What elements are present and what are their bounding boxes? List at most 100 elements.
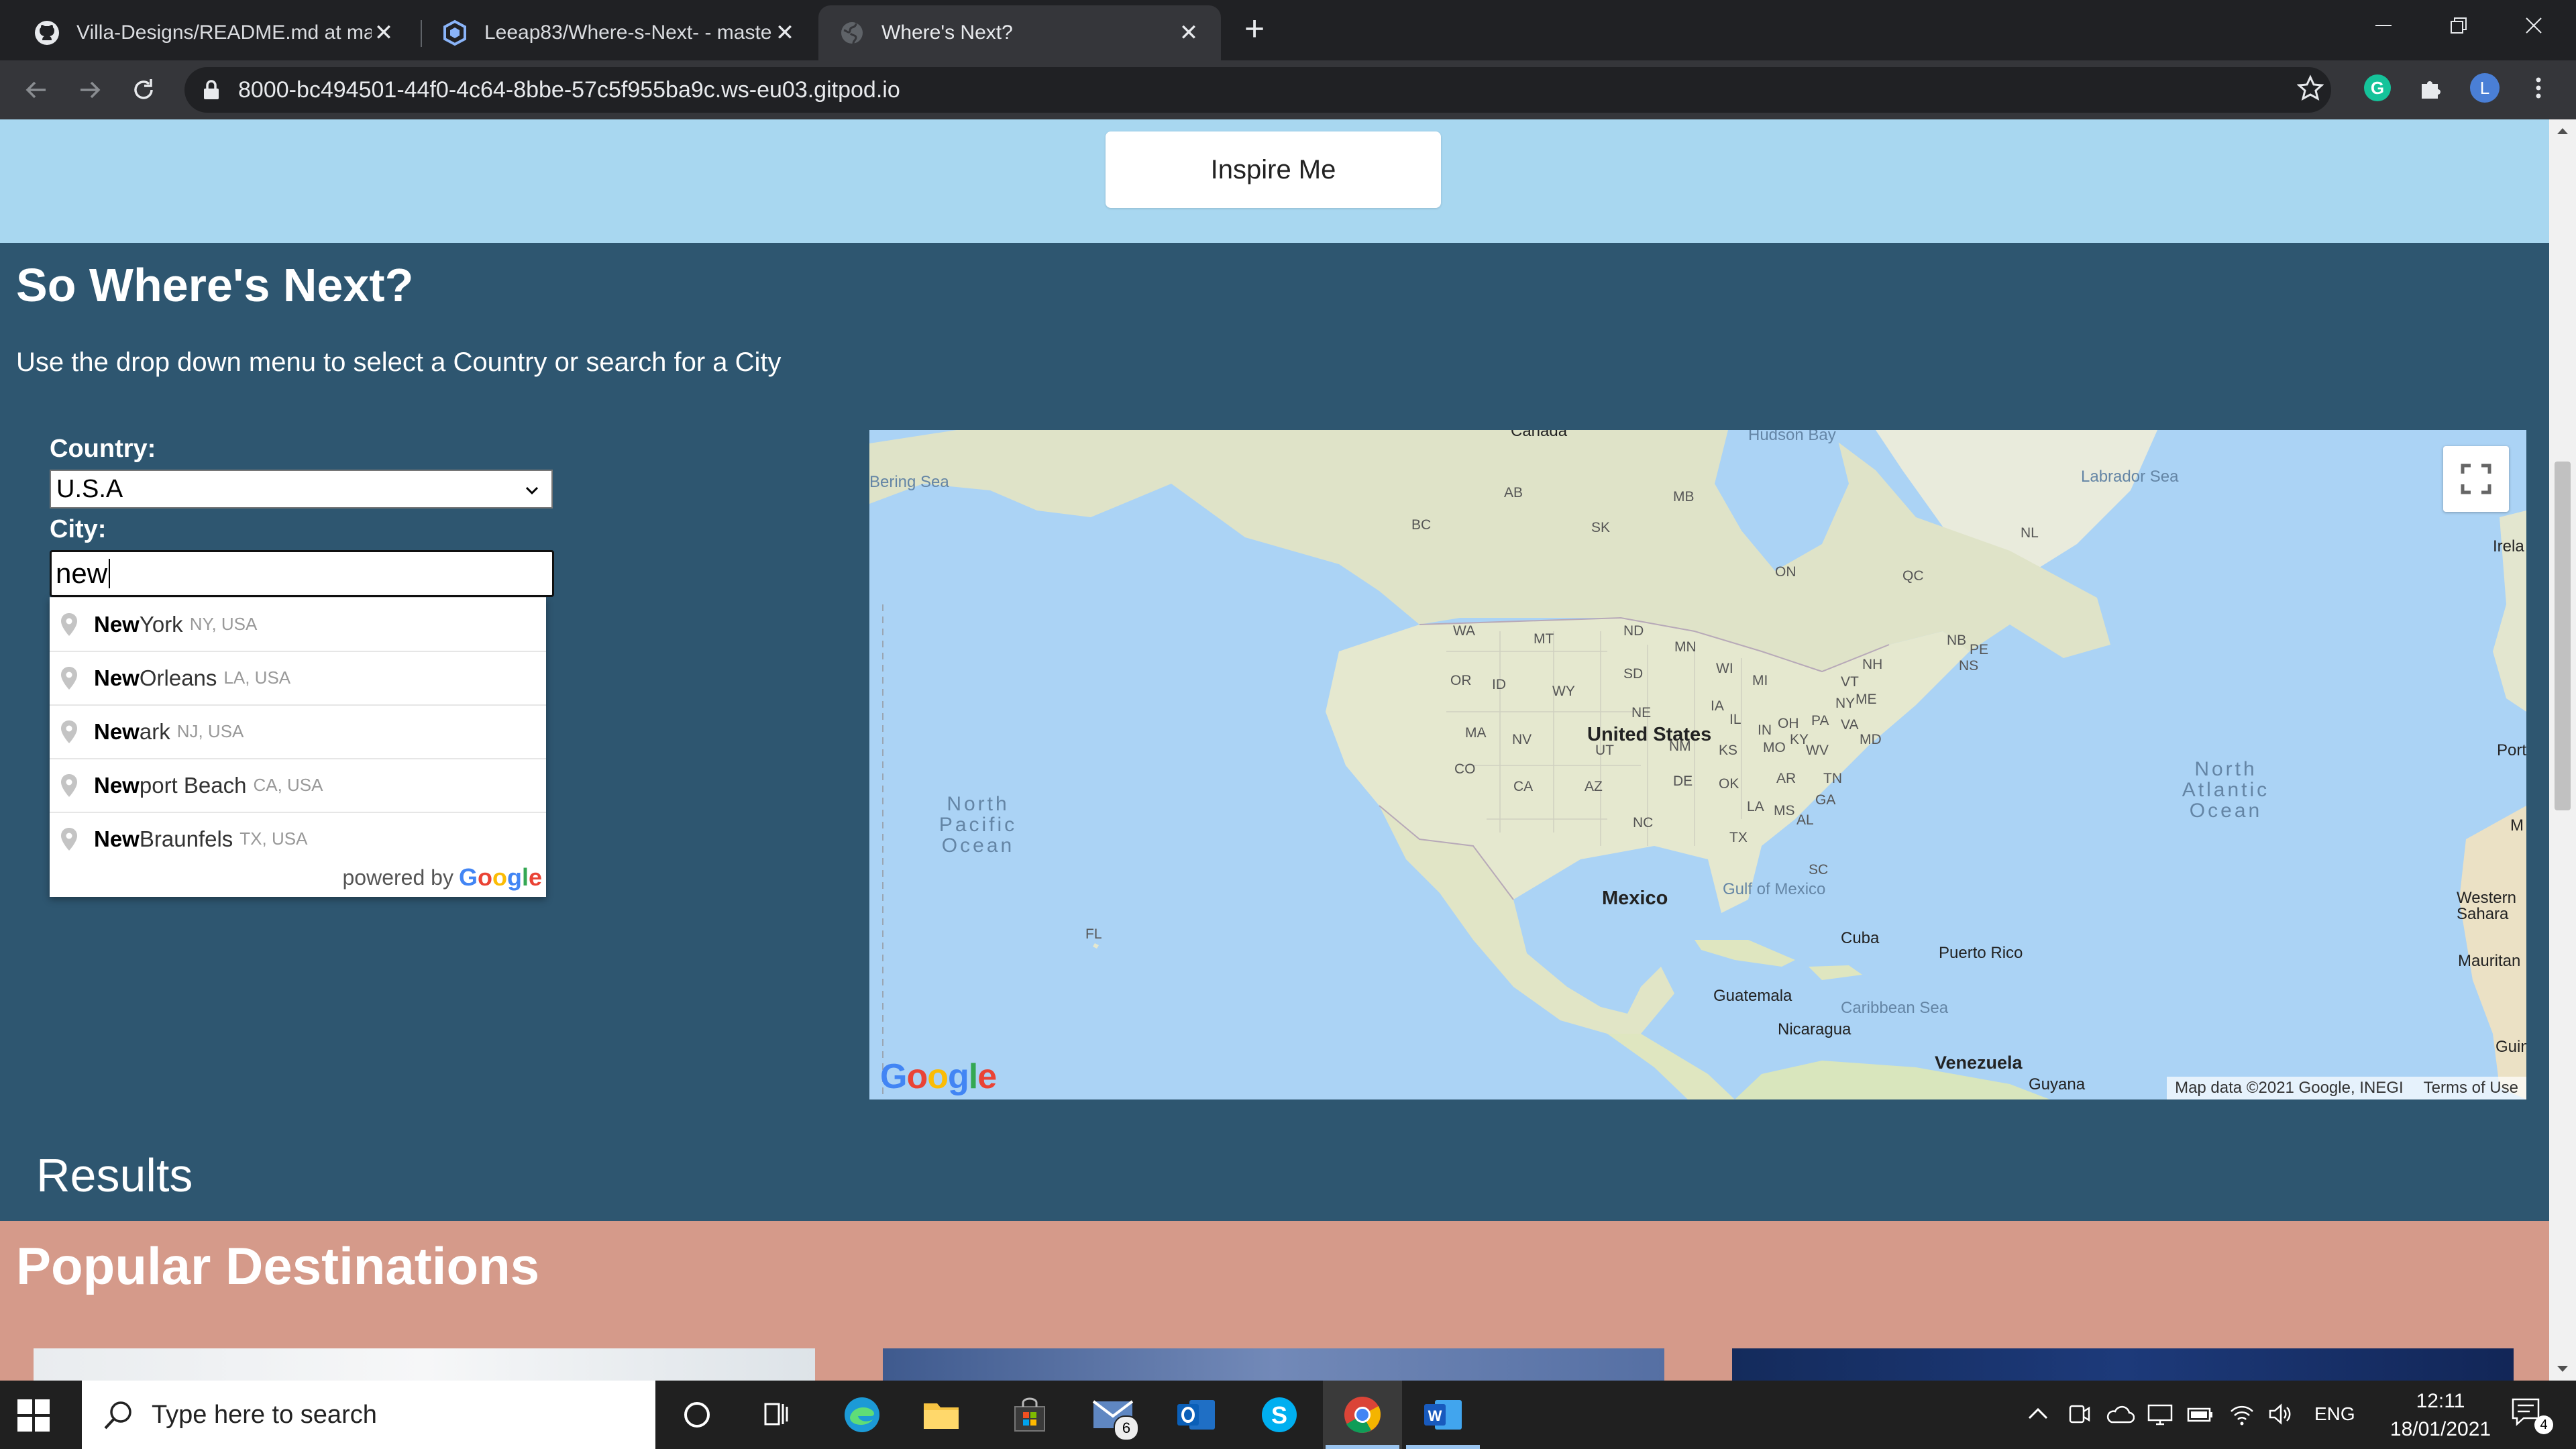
map-pin-icon [61, 773, 77, 797]
map-label-region: MI [1752, 673, 1768, 688]
map-label-guyana: Guyana [2029, 1075, 2086, 1093]
grammarly-extension-icon[interactable]: G [2359, 69, 2396, 107]
map-label-region: IL [1729, 712, 1741, 727]
close-icon[interactable]: ✕ [773, 19, 797, 46]
map-label-region: CA [1513, 779, 1534, 794]
restore-button[interactable] [2422, 0, 2496, 51]
country-select[interactable]: U.S.A [50, 470, 553, 508]
windows-logo-icon [17, 1399, 50, 1432]
map-label-region: OH [1778, 716, 1799, 731]
destination-card-image[interactable] [34, 1348, 815, 1381]
map-label-canada: Canada [1511, 430, 1568, 440]
suggestion-rest: York [139, 611, 183, 637]
clock-date: 18/01/2021 [2390, 1418, 2491, 1440]
suggestion-match: New [94, 665, 140, 690]
suggestion-rest: port Beach [139, 772, 247, 798]
section-title: So Where's Next? [16, 259, 414, 311]
close-icon[interactable]: ✕ [1177, 19, 1201, 46]
meet-now-icon[interactable] [2068, 1401, 2092, 1428]
display-icon[interactable] [2147, 1401, 2174, 1428]
taskbar-skype[interactable]: S [1240, 1381, 1319, 1449]
suggestion-item[interactable]: New Orleans LA, USA [50, 651, 546, 706]
svg-text:W: W [1428, 1407, 1442, 1424]
map-label-region: VT [1841, 674, 1859, 690]
tab-where-s-next-repo[interactable]: Leeap83/Where-s-Next- - master ✕ [421, 5, 817, 60]
city-search-input[interactable]: new [50, 550, 554, 597]
bookmark-star-icon[interactable] [2292, 69, 2329, 107]
back-button[interactable] [19, 72, 54, 107]
taskbar-edge[interactable] [822, 1381, 902, 1449]
inspire-me-button[interactable]: Inspire Me [1106, 131, 1441, 208]
map-label-region: LA [1747, 799, 1764, 814]
taskbar-outlook[interactable] [1157, 1381, 1236, 1449]
map-label-puerto-rico: Puerto Rico [1939, 944, 2023, 962]
taskbar-word[interactable]: W [1403, 1381, 1483, 1449]
suggestion-match: New [94, 772, 140, 798]
taskbar-search-box[interactable]: Type here to search [82, 1381, 655, 1449]
suggestion-secondary: NJ, USA [176, 721, 244, 741]
destination-card-image[interactable] [1732, 1348, 2514, 1381]
search-icon [104, 1401, 131, 1430]
battery-icon[interactable] [2186, 1401, 2215, 1428]
destination-card-image[interactable] [883, 1348, 1664, 1381]
map-label-region: MA [1465, 725, 1487, 741]
city-input-value: new [56, 557, 108, 589]
taskbar-chrome[interactable] [1323, 1381, 1402, 1449]
browser-menu-icon[interactable] [2520, 69, 2557, 107]
map-label-region: SC [1809, 862, 1829, 877]
suggestion-match: New [94, 826, 140, 851]
scrollbar-thumb[interactable] [2555, 462, 2571, 810]
text-caret [109, 559, 111, 588]
github-icon [34, 19, 60, 46]
onedrive-cloud-icon[interactable] [2105, 1401, 2135, 1428]
map-label-region: SK [1591, 520, 1611, 535]
close-icon[interactable]: ✕ [372, 19, 396, 46]
map-label-region: AZ [1585, 779, 1603, 794]
reload-button[interactable] [126, 72, 161, 107]
suggestion-item[interactable]: New port Beach CA, USA [50, 759, 546, 813]
suggestion-match: New [94, 611, 140, 637]
map-label-region: QC [1902, 568, 1924, 584]
map-label-region: NH [1862, 657, 1883, 672]
map-label-region: NY [1835, 696, 1856, 711]
url-text[interactable]: 8000-bc494501-44f0-4c64-8bbe-57c5f955ba9… [238, 72, 900, 108]
map-label-region: AB [1504, 485, 1523, 500]
page-scrollbar[interactable] [2549, 119, 2576, 1381]
start-button[interactable] [13, 1395, 54, 1436]
clock-time: 12:11 [2416, 1390, 2465, 1412]
wifi-icon[interactable] [2229, 1401, 2255, 1428]
map-label-nicaragua: Nicaragua [1778, 1020, 1851, 1038]
tab-where-s-next[interactable]: Where's Next? ✕ [818, 5, 1221, 60]
new-tab-button[interactable]: + [1238, 11, 1271, 46]
map-label-region: MO [1763, 740, 1786, 755]
suggestion-item[interactable]: New York NY, USA [50, 598, 546, 652]
extensions-puzzle-icon[interactable] [2412, 69, 2450, 107]
map-fullscreen-button[interactable] [2443, 446, 2509, 512]
map-label-portugal: Port [2497, 741, 2526, 759]
input-language[interactable]: ENG [2314, 1403, 2355, 1425]
taskbar-store[interactable] [990, 1381, 1069, 1449]
task-view-button[interactable] [737, 1381, 816, 1449]
volume-icon[interactable] [2267, 1401, 2294, 1428]
taskbar-file-explorer[interactable] [902, 1381, 981, 1449]
suggestion-item[interactable]: New ark NJ, USA [50, 705, 546, 759]
tab-title: Leeap83/Where-s-Next- - master [484, 21, 773, 44]
svg-text:G: G [2371, 78, 2384, 98]
terms-of-use-link[interactable]: Terms of Use [2424, 1079, 2518, 1097]
map-label-region: OR [1450, 673, 1472, 688]
profile-avatar[interactable]: L [2466, 69, 2504, 107]
taskbar-clock[interactable]: 12:11 18/01/2021 [2380, 1387, 2501, 1444]
cortana-button[interactable] [657, 1381, 737, 1449]
google-map[interactable]: Bering Sea Hudson Bay Labrador Sea Gulf … [869, 430, 2526, 1099]
tab-villa-designs[interactable]: Villa-Designs/README.md at master ✕ [13, 5, 416, 60]
forward-button[interactable] [72, 72, 107, 107]
suggestion-item[interactable]: New Braunfels TX, USA [50, 812, 546, 865]
country-select-value: U.S.A [56, 474, 123, 503]
scroll-up-icon [2557, 128, 2568, 134]
close-window-button[interactable] [2497, 0, 2571, 51]
map-label-region: VA [1841, 717, 1859, 733]
action-center-button[interactable]: 4 [2509, 1395, 2563, 1436]
chevron-up-icon[interactable] [2027, 1406, 2049, 1421]
taskbar-mail[interactable]: 6 [1073, 1381, 1152, 1449]
minimize-button[interactable] [2347, 0, 2420, 51]
